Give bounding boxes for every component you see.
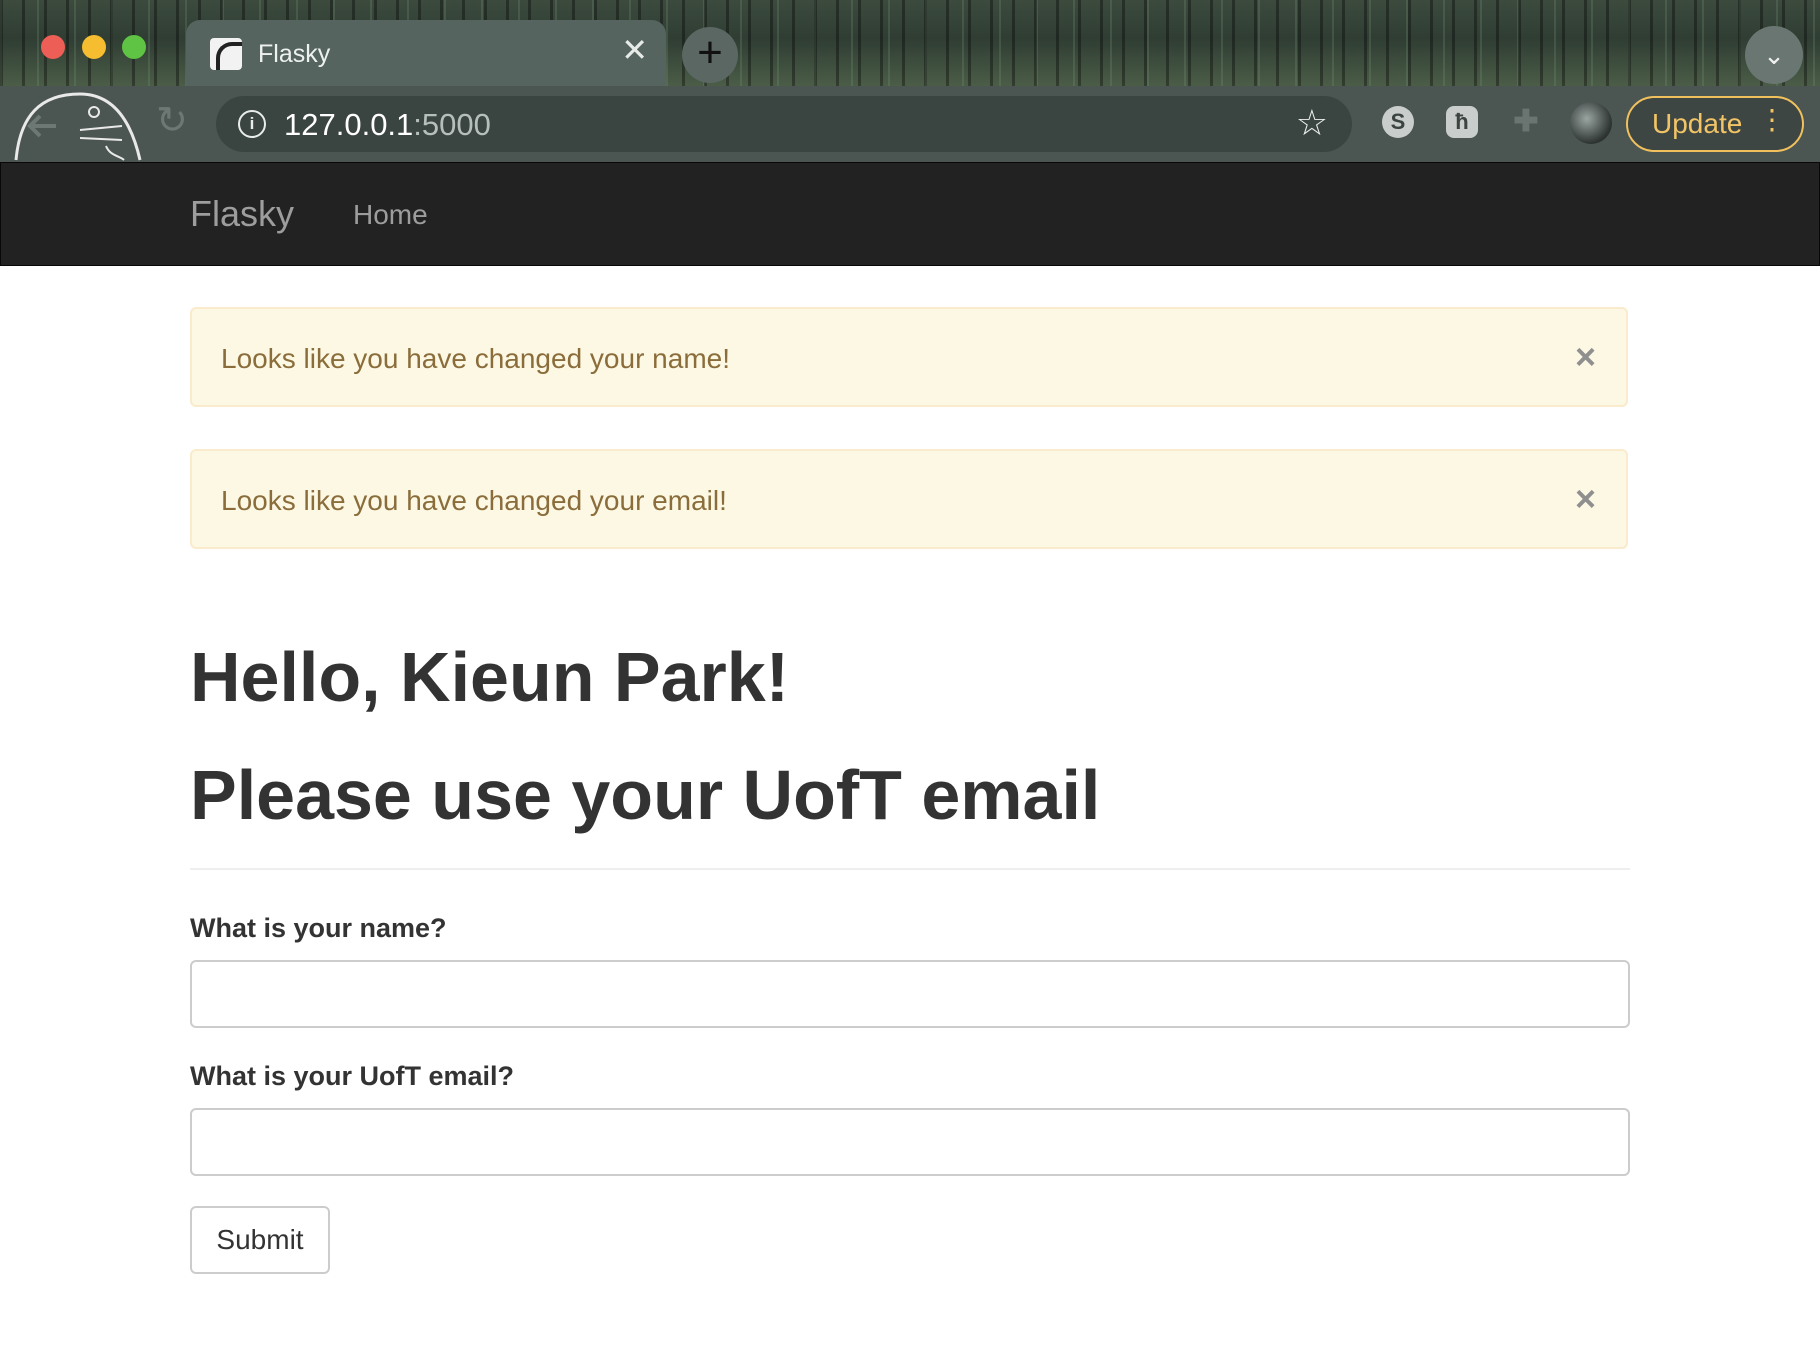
update-label: Update (1652, 108, 1743, 139)
h-extension-icon[interactable]: ћ (1446, 106, 1478, 138)
url-port: :5000 (413, 107, 491, 142)
navbar-brand[interactable]: Flasky (190, 193, 294, 235)
alert-message: Looks like you have changed your email! (221, 485, 727, 516)
flask-favicon-icon (210, 38, 242, 70)
browser-menu-icon[interactable]: ⋮ (1758, 106, 1786, 134)
bookmark-star-icon[interactable]: ☆ (1296, 102, 1328, 144)
alert-close-icon[interactable]: × (1575, 481, 1596, 517)
email-label: What is your UofT email? (190, 1061, 515, 1091)
navbar: Flasky Home (0, 162, 1820, 266)
header-divider (190, 868, 1630, 870)
email-input[interactable] (190, 1108, 1630, 1176)
browser-toolbar: ↻ i 127.0.0.1:5000 ☆ S ћ ✚ Update ⋮ (0, 86, 1820, 162)
name-label: What is your name? (190, 913, 447, 943)
close-window-button[interactable] (41, 35, 65, 59)
maximize-window-button[interactable] (122, 35, 146, 59)
minimize-window-button[interactable] (82, 35, 106, 59)
tab-search-button[interactable]: ⌄ (1745, 26, 1803, 84)
browser-tab-flasky[interactable]: Flasky ✕ (186, 20, 666, 86)
browser-tab-strip: Flasky ✕ + ⌄ (0, 0, 1820, 86)
theme-totoro-art-icon (14, 92, 142, 161)
site-info-icon[interactable]: i (238, 110, 266, 138)
nav-link-home[interactable]: Home (353, 199, 428, 231)
address-bar[interactable]: i 127.0.0.1:5000 ☆ (216, 96, 1352, 152)
name-input[interactable] (190, 960, 1630, 1028)
puzzle-icon[interactable]: ✚ (1510, 106, 1542, 138)
update-button[interactable]: Update ⋮ (1626, 96, 1804, 152)
alert-close-icon[interactable]: × (1575, 339, 1596, 375)
new-tab-button[interactable]: + (682, 27, 738, 83)
instruction-heading: Please use your UofT email (190, 756, 1101, 834)
profile-avatar[interactable] (1570, 102, 1612, 144)
s-extension-icon[interactable]: S (1382, 106, 1414, 138)
url-host: 127.0.0.1 (284, 107, 414, 142)
flash-alert-name: Looks like you have changed your name! × (190, 307, 1628, 407)
tab-title: Flasky (258, 40, 331, 68)
url-text[interactable]: 127.0.0.1:5000 (284, 107, 491, 143)
submit-button[interactable]: Submit (190, 1206, 330, 1274)
tab-close-icon[interactable]: ✕ (621, 34, 648, 66)
reload-icon[interactable]: ↻ (156, 98, 188, 143)
flash-alert-email: Looks like you have changed your email! … (190, 449, 1628, 549)
alert-message: Looks like you have changed your name! (221, 343, 730, 374)
greeting-heading: Hello, Kieun Park! (190, 638, 790, 716)
main-container: Looks like you have changed your name! ×… (190, 307, 1630, 1274)
